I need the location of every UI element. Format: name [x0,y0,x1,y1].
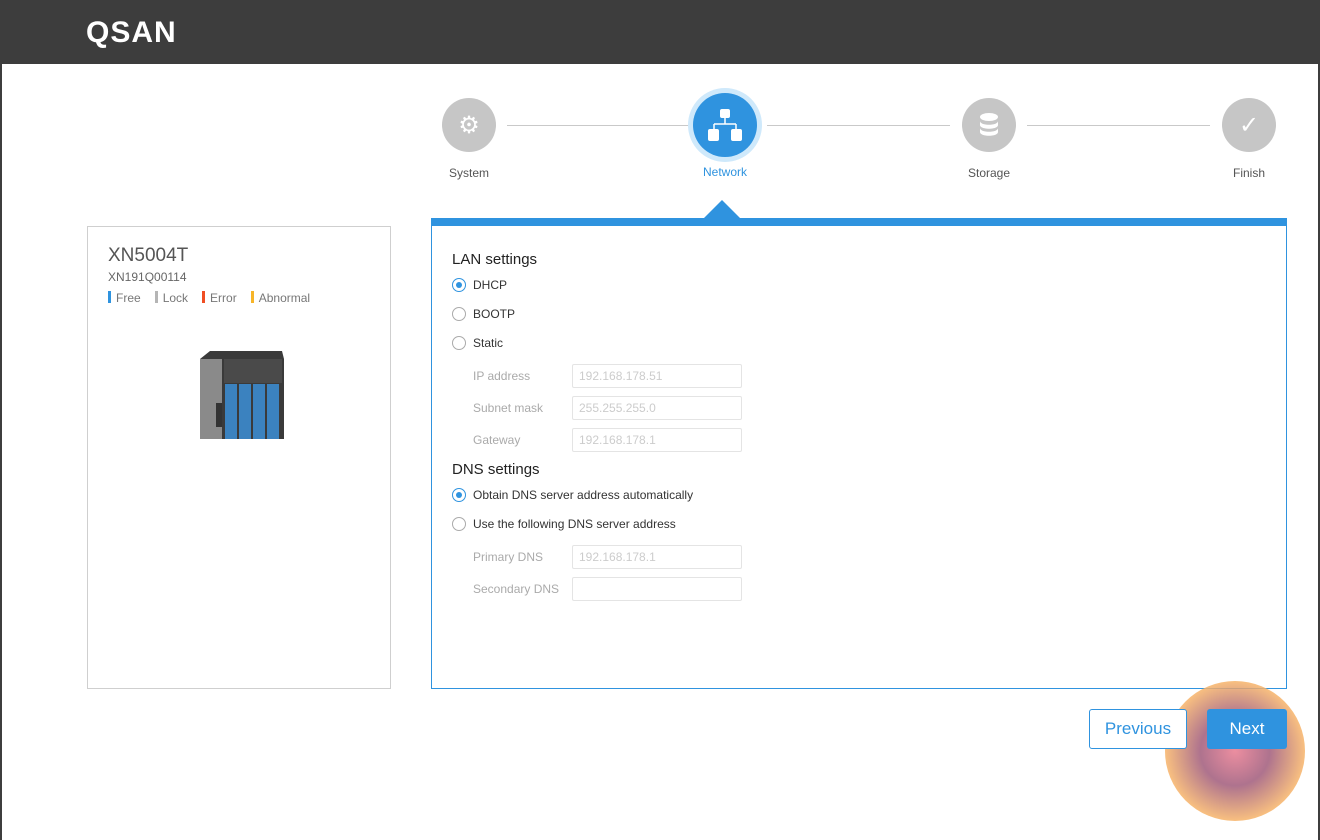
previous-button[interactable]: Previous [1089,709,1187,749]
step-storage: Storage [949,98,1029,180]
legend-free: Free [108,291,141,305]
step-system: ⚙ System [429,98,509,180]
legend-error: Error [202,291,237,305]
ip-address-field: IP address [473,364,742,388]
device-card: XN5004T XN191Q00114 Free Lock Error Abno… [87,226,391,689]
radio-dns-auto[interactable]: Obtain DNS server address automatically [452,488,693,502]
radio-dns-manual[interactable]: Use the following DNS server address [452,517,676,531]
gear-icon: ⚙ [442,98,496,152]
nas-device-image [200,351,284,439]
gateway-input[interactable] [572,428,742,452]
check-icon: ✓ [1222,98,1276,152]
primary-dns-field: Primary DNS [473,545,742,569]
subnet-mask-input[interactable] [572,396,742,420]
step-connector [1027,125,1210,126]
active-step-pointer [704,200,740,218]
step-network: Network [685,93,765,179]
subnet-mask-field: Subnet mask [473,396,742,420]
gateway-field: Gateway [473,428,742,452]
network-icon [693,93,757,157]
step-connector [767,125,950,126]
device-serial: XN191Q00114 [108,270,187,284]
legend-abnormal: Abnormal [250,291,310,305]
ip-address-input[interactable] [572,364,742,388]
legend-lock: Lock [154,291,188,305]
radio-bootp[interactable]: BOOTP [452,307,515,321]
device-model: XN5004T [108,245,189,266]
disk-legend: Free Lock Error Abnormal [108,291,310,305]
radio-dhcp[interactable]: DHCP [452,278,507,292]
database-icon [962,98,1016,152]
radio-static[interactable]: Static [452,336,503,350]
step-connector [507,125,692,126]
lan-settings-heading: LAN settings [452,251,538,268]
primary-dns-input[interactable] [572,545,742,569]
qsan-logo: QSAN [86,16,177,49]
watermark-logo [1165,681,1305,821]
secondary-dns-field: Secondary DNS [473,577,742,601]
next-button[interactable]: Next [1207,709,1287,749]
secondary-dns-input[interactable] [572,577,742,601]
network-settings-panel: LAN settings DHCP BOOTP Static IP addres… [431,218,1287,689]
step-finish: ✓ Finish [1209,98,1289,180]
top-bar: QSAN [2,0,1320,64]
dns-settings-heading: DNS settings [452,461,540,478]
